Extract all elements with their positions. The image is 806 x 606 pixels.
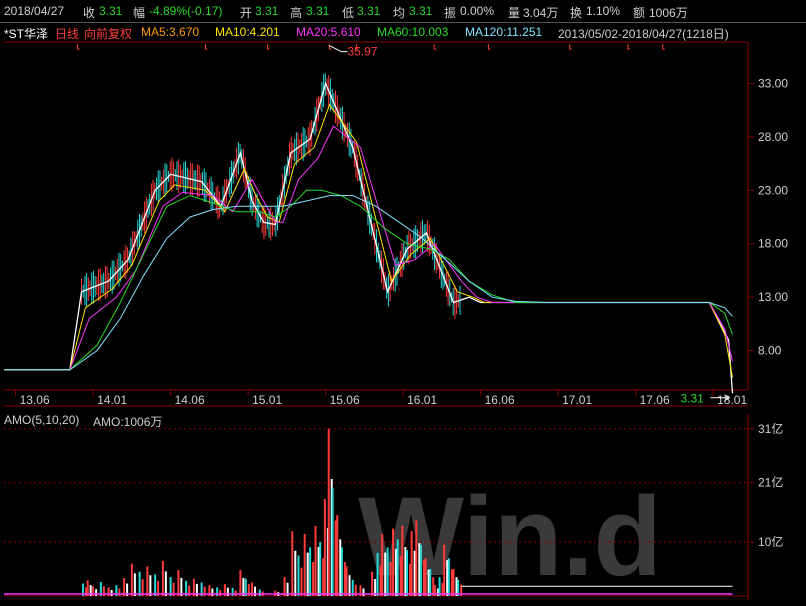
x-tick-label: 18.01	[717, 393, 747, 407]
high-arrow	[329, 45, 348, 53]
amo-bar	[312, 562, 315, 596]
amo-bar	[283, 577, 286, 596]
y-tick-label: 18.00	[758, 237, 788, 251]
amo-bar	[309, 547, 312, 596]
high-price-label: 35.97	[348, 45, 378, 59]
amo-bar	[239, 570, 242, 596]
amo-bar	[297, 555, 300, 596]
event-marker	[267, 44, 270, 50]
price-annotations: 35.97 3.31	[329, 45, 730, 406]
ma-line-ma5	[4, 81, 734, 394]
amo-bar	[340, 547, 343, 596]
x-tick-label: 14.06	[175, 393, 205, 407]
amo-bar	[410, 531, 413, 596]
amo-bar	[336, 515, 339, 596]
amo-bar	[429, 569, 432, 596]
watermark: Win.d	[358, 474, 662, 599]
x-tick-label: 17.06	[640, 393, 670, 407]
amo-bar	[95, 589, 98, 596]
kline-chart[interactable]: Win.d 13.06 14.01 14.06 15.01 15.06 16.01 16.0…	[0, 0, 806, 606]
x-axis: 13.06 14.01 14.06 15.01 15.06 16.01 16.06 17.01…	[15, 390, 747, 407]
amo-bar	[419, 544, 422, 596]
amo-bar	[300, 567, 303, 596]
amo-bar	[406, 550, 408, 596]
amo-bar	[327, 428, 330, 596]
amo-y-axis: 31亿 21亿 10亿	[748, 421, 783, 549]
amo-bar	[443, 544, 446, 596]
event-marker	[433, 44, 437, 50]
amo-bar	[118, 588, 121, 596]
event-marker	[569, 44, 572, 50]
amo-bar	[211, 588, 214, 596]
x-tick-label: 15.06	[330, 393, 360, 407]
amo-bar	[234, 590, 237, 596]
x-tick-label: 17.01	[562, 393, 592, 407]
amo-bar	[376, 552, 379, 596]
amo-bar	[177, 570, 180, 596]
x-tick-label: 16.06	[485, 393, 515, 407]
price-panel	[4, 41, 749, 407]
event-marker	[487, 44, 491, 50]
amo-bar	[164, 571, 167, 596]
y-tick-label: 23.00	[758, 183, 788, 197]
amo-bar	[389, 562, 392, 596]
amo-bar	[323, 498, 326, 596]
amo-bar	[362, 588, 365, 596]
amo-bar	[348, 575, 351, 596]
amo-bar	[452, 569, 455, 596]
amo-bar	[306, 552, 309, 596]
y-axis: 33.00 28.00 23.00 18.00 13.00 8.00	[748, 76, 788, 358]
amo-bar	[146, 566, 149, 596]
event-marker	[662, 44, 665, 50]
amo-bar	[291, 531, 294, 596]
amo-bar	[438, 577, 441, 596]
price-series	[4, 73, 734, 394]
ma-line-ma20	[4, 125, 733, 371]
amo-bar	[314, 525, 317, 596]
amo-bar	[415, 520, 418, 596]
amo-bar	[219, 589, 222, 596]
amo-bar	[258, 589, 261, 596]
amo-bar	[154, 574, 157, 596]
x-tick-label: 15.01	[252, 393, 282, 407]
amo-bar	[138, 571, 141, 596]
y-tick-label: 8.00	[758, 344, 782, 358]
amo-bar	[447, 558, 450, 596]
event-marker	[627, 44, 630, 50]
amo-bar	[386, 547, 389, 596]
ma-line-ma10	[4, 103, 733, 378]
amo-bar	[384, 552, 387, 596]
x-tick-label: 13.06	[20, 393, 50, 407]
amo-bar	[110, 589, 113, 596]
amo-bar	[331, 488, 334, 596]
amo-y-tick-label: 10亿	[758, 534, 783, 549]
amo-bar	[392, 528, 395, 596]
amo-bar	[130, 563, 133, 596]
amo-bar	[371, 571, 374, 596]
y-tick-label: 33.00	[758, 76, 788, 90]
amo-bar	[345, 566, 348, 596]
amo-bar	[149, 575, 152, 596]
event-marker	[77, 44, 80, 50]
amo-bar	[133, 573, 136, 596]
amo-bar	[169, 577, 172, 596]
last-price-label: 3.31	[681, 392, 705, 406]
amo-bar	[396, 539, 399, 596]
y-tick-label: 13.00	[758, 290, 788, 304]
amo-bar	[303, 533, 306, 596]
amo-bar	[161, 560, 164, 596]
y-tick-label: 28.00	[758, 130, 788, 144]
amo-bar	[226, 587, 229, 596]
amo-bar	[424, 558, 427, 596]
x-tick-label: 14.01	[97, 393, 127, 407]
amo-bar	[294, 550, 297, 596]
amo-bar	[381, 533, 384, 596]
amo-bar	[231, 587, 234, 596]
event-marker	[205, 44, 208, 50]
amo-y-tick-label: 31亿	[758, 421, 783, 436]
amo-bar	[319, 542, 322, 596]
amo-y-tick-label: 21亿	[758, 475, 783, 490]
amo-bar	[401, 525, 404, 596]
x-tick-label: 16.01	[407, 393, 437, 407]
